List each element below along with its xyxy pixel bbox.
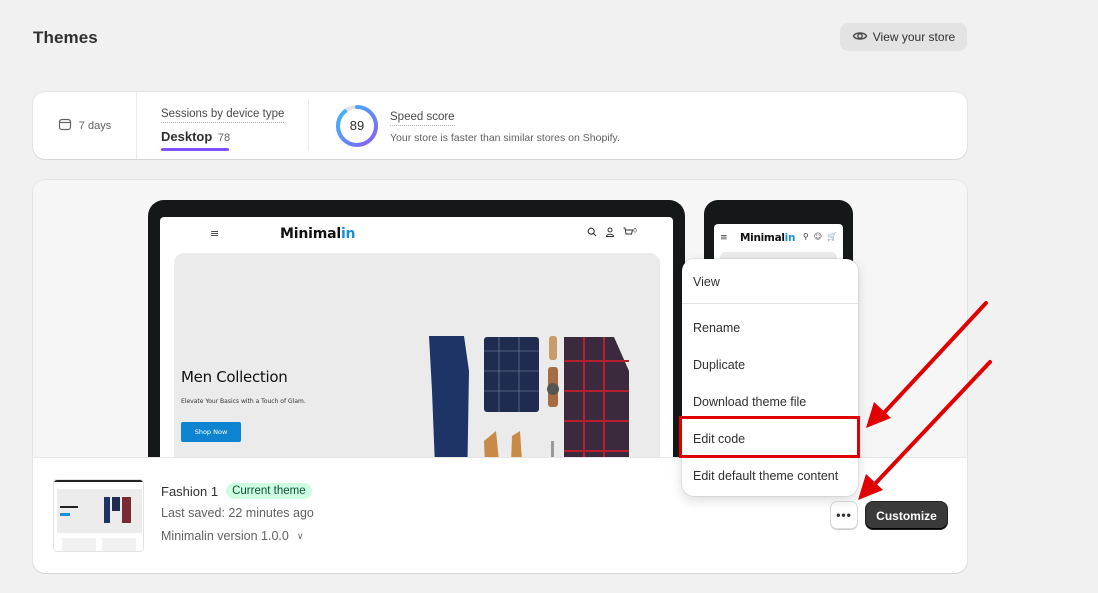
hero-subtitle: Elevate Your Basics with a Touch of Glam… (181, 398, 306, 405)
desktop-preview-frame: ≡ Minimalin 0 Men Collection Elevate You… (148, 200, 685, 457)
theme-name: Fashion 1 (161, 483, 219, 499)
store-logo: Minimalin (280, 226, 356, 242)
cart-icon: 0 (623, 227, 637, 240)
menu-item-edit-default-theme-content[interactable]: Edit default theme content (682, 457, 858, 494)
more-actions-button[interactable]: ••• (830, 501, 858, 529)
mobile-store-logo: Minimalin (740, 232, 796, 244)
mobile-cart-icon: 🛒 (827, 232, 837, 241)
menu-divider (682, 303, 858, 304)
view-store-label: View your store (872, 30, 956, 44)
theme-actions-menu: View Rename Duplicate Download theme fil… (682, 259, 858, 496)
customize-button[interactable]: Customize (866, 502, 947, 529)
speed-gauge: 89 (334, 103, 380, 149)
shop-now-button: Shop Now (181, 422, 241, 442)
search-icon (587, 227, 597, 240)
eye-icon (852, 28, 868, 47)
menu-item-edit-code[interactable]: Edit code (682, 420, 858, 457)
outfit-image (429, 336, 629, 457)
calendar-icon (58, 117, 72, 134)
theme-version: Minimalin version 1.0.0 (161, 529, 289, 543)
speed-score-description: Your store is faster than similar stores… (390, 132, 620, 144)
user-icon (605, 227, 615, 240)
current-theme-badge: Current theme (226, 483, 312, 499)
menu-item-view[interactable]: View (682, 263, 858, 300)
mobile-user-icon: ☺ (813, 232, 823, 241)
analytics-card: 7 days Sessions by device type Desktop 7… (33, 92, 967, 159)
sessions-label: Sessions by device type (161, 107, 285, 123)
active-tab-underline (161, 148, 229, 151)
speed-score-label: Speed score (390, 110, 455, 126)
hero-banner: Men Collection Elevate Your Basics with … (174, 253, 660, 457)
theme-thumbnail[interactable] (53, 479, 144, 552)
mobile-search-icon: ⚲ (802, 232, 809, 241)
sessions-value: 78 (217, 132, 231, 144)
menu-item-download-theme-file[interactable]: Download theme file (682, 383, 858, 420)
date-range-button[interactable]: 7 days (33, 92, 137, 159)
menu-icon: ≡ (210, 227, 220, 240)
view-store-button[interactable]: View your store (840, 23, 967, 51)
mobile-menu-icon: ≡ (720, 233, 728, 243)
date-range-label: 7 days (78, 119, 112, 132)
page-title: Themes (33, 28, 98, 47)
sessions-tab[interactable]: Sessions by device type Desktop 78 (137, 100, 309, 151)
menu-item-duplicate[interactable]: Duplicate (682, 346, 858, 383)
speed-score-value: 89 (349, 118, 365, 133)
menu-item-rename[interactable]: Rename (682, 309, 858, 346)
last-saved: Last saved: 22 minutes ago (161, 506, 314, 520)
hero-title: Men Collection (181, 368, 288, 386)
theme-version-toggle[interactable]: Minimalin version 1.0.0 ∨ (161, 529, 303, 543)
speed-score-section[interactable]: 89 Speed score Your store is faster than… (309, 92, 620, 159)
sessions-device: Desktop (161, 129, 213, 144)
chevron-down-icon: ∨ (296, 530, 304, 541)
